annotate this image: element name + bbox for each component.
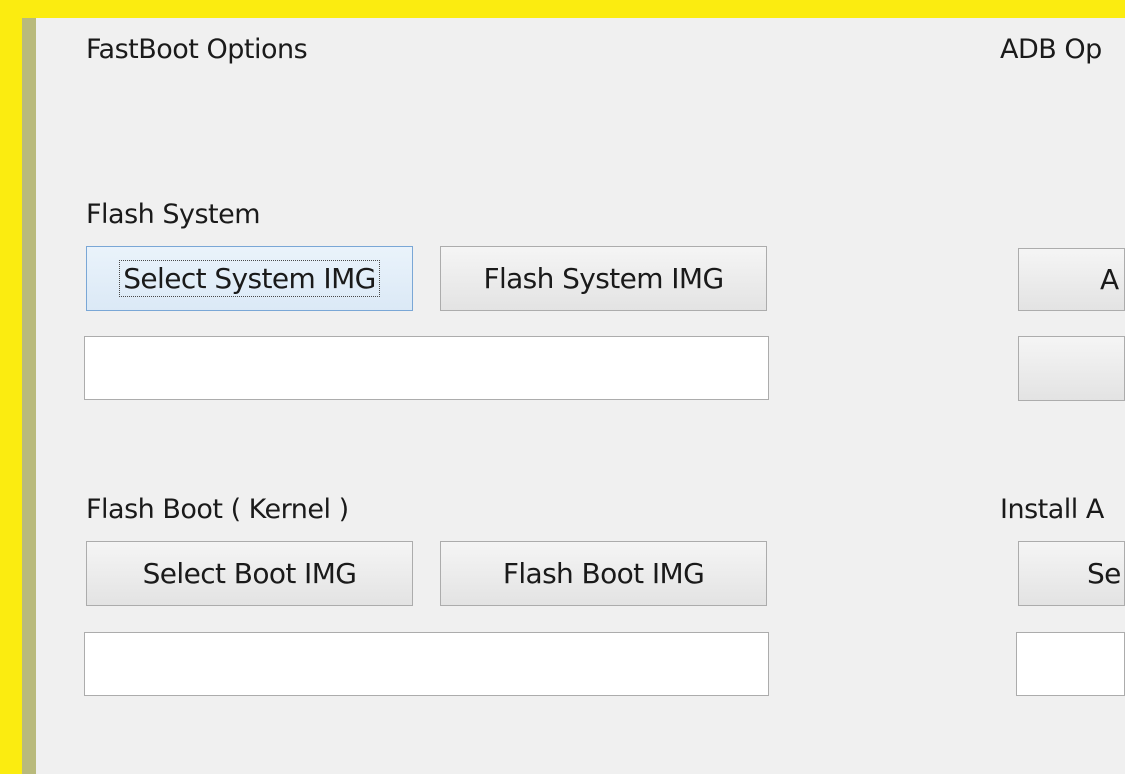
adb-button-2[interactable] [1018, 336, 1125, 401]
adb-options-heading: ADB Op [1000, 34, 1102, 65]
flash-boot-img-button-label: Flash Boot IMG [502, 557, 705, 590]
adb-button-1[interactable]: A [1018, 248, 1125, 311]
select-system-img-button[interactable]: Select System IMG [86, 246, 413, 311]
flash-system-img-button[interactable]: Flash System IMG [440, 246, 767, 311]
install-apk-label: Install A [1000, 494, 1104, 525]
apk-path-field[interactable] [1016, 632, 1125, 696]
system-img-path-field[interactable] [84, 336, 769, 400]
fastboot-options-heading: FastBoot Options [86, 34, 308, 65]
flash-system-img-button-label: Flash System IMG [483, 262, 724, 295]
adb-button-1-label: A [1100, 263, 1119, 296]
select-system-img-button-label: Select System IMG [119, 260, 380, 297]
select-boot-img-button[interactable]: Select Boot IMG [86, 541, 413, 606]
select-boot-img-button-label: Select Boot IMG [142, 557, 357, 590]
flash-boot-label: Flash Boot ( Kernel ) [86, 494, 349, 525]
boot-img-path-field[interactable] [84, 632, 769, 696]
window-left-edge [22, 18, 36, 774]
flash-boot-img-button[interactable]: Flash Boot IMG [440, 541, 767, 606]
select-apk-button[interactable]: Se [1018, 541, 1125, 606]
select-apk-button-label: Se [1087, 557, 1121, 590]
flash-system-label: Flash System [86, 199, 261, 230]
